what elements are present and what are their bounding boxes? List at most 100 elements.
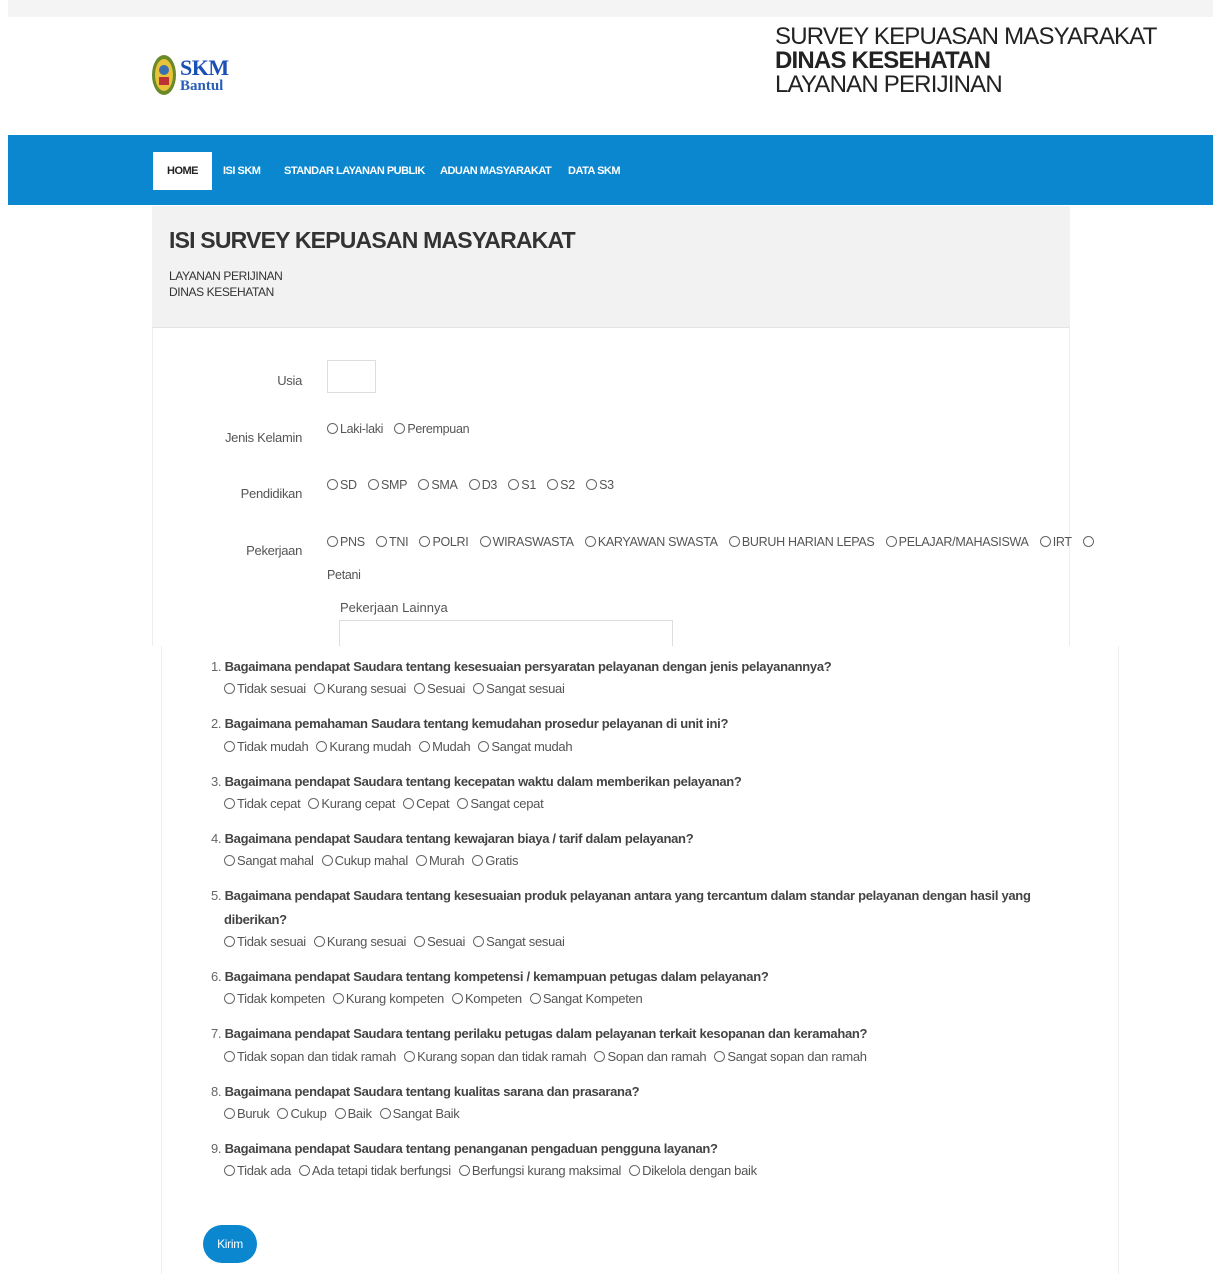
radio-buruh-harian-lepas[interactable]: BURUH HARIAN LEPAS bbox=[728, 535, 875, 549]
question-8: 8. Bagaimana pendapat Saudara tentang ku… bbox=[211, 1080, 1071, 1104]
answer-label: Tidak sesuai bbox=[237, 934, 306, 949]
answer-radio[interactable]: Kurang cepat bbox=[308, 796, 395, 811]
radio-sma[interactable]: SMA bbox=[418, 478, 458, 492]
answer-label: Cukup mahal bbox=[334, 853, 409, 868]
radio-circle-icon bbox=[224, 798, 235, 809]
radio-wiraswasta[interactable]: WIRASWASTA bbox=[479, 535, 574, 549]
radio-sd[interactable]: SD bbox=[327, 478, 357, 492]
radio-circle-icon bbox=[224, 855, 235, 866]
question-text: Bagaimana pendapat Saudara tentang kecep… bbox=[224, 774, 742, 789]
radio-s1[interactable]: S1 bbox=[508, 478, 536, 492]
answer-radio[interactable]: Murah bbox=[415, 853, 465, 868]
radio-perempuan[interactable]: Perempuan bbox=[394, 422, 470, 436]
main-nav: HOME ISI SKM STANDAR LAYANAN PUBLIK ADUA… bbox=[8, 135, 1213, 205]
logo-line1: SKM bbox=[180, 54, 229, 80]
question-text: Bagaimana pemahaman Saudara tentang kemu… bbox=[224, 716, 729, 731]
answer-radio[interactable]: Tidak kompeten bbox=[224, 991, 325, 1006]
answer-radio[interactable]: Kurang sesuai bbox=[313, 934, 407, 949]
answer-options-8: Buruk Cukup Baik Sangat Baik bbox=[224, 1106, 467, 1121]
question-1: 1. Bagaimana pendapat Saudara tentang ke… bbox=[211, 655, 1071, 679]
radio-circle-icon bbox=[379, 1108, 391, 1119]
radio-circle-icon bbox=[308, 798, 320, 809]
radio-s3[interactable]: S3 bbox=[586, 478, 614, 492]
answer-label: Murah bbox=[428, 853, 465, 868]
radio-polri[interactable]: POLRI bbox=[419, 535, 469, 549]
answer-radio[interactable]: Sangat cepat bbox=[457, 796, 544, 811]
answer-radio[interactable]: Kurang mudah bbox=[316, 739, 411, 754]
answer-radio[interactable]: Tidak cepat bbox=[224, 796, 301, 811]
answer-radio[interactable]: Tidak sesuai bbox=[224, 934, 306, 949]
logo[interactable]: SKM Bantul bbox=[150, 52, 229, 98]
answer-radio[interactable]: Cukup bbox=[277, 1106, 327, 1121]
question-number: 1. bbox=[211, 659, 222, 674]
answer-radio[interactable]: Sangat sopan dan ramah bbox=[714, 1049, 867, 1064]
answer-radio[interactable]: Tidak ada bbox=[224, 1163, 291, 1178]
answer-radio[interactable]: Sesuai bbox=[414, 681, 465, 696]
answer-radio[interactable]: Sangat Baik bbox=[379, 1106, 460, 1121]
nav-data-skm[interactable]: DATA SKM bbox=[568, 152, 621, 190]
radio-smp[interactable]: SMP bbox=[367, 478, 407, 492]
answer-radio[interactable]: Tidak sopan dan tidak ramah bbox=[224, 1049, 396, 1064]
page-subtitle: LAYANAN PERIJINAN DINAS KESEHATAN bbox=[169, 268, 283, 300]
answer-radio[interactable]: Sesuai bbox=[414, 934, 465, 949]
answer-radio[interactable]: Kurang kompeten bbox=[332, 991, 444, 1006]
answer-radio[interactable]: Tidak mudah bbox=[224, 739, 309, 754]
answer-radio[interactable]: Cepat bbox=[403, 796, 450, 811]
answer-radio[interactable]: Sopan dan ramah bbox=[594, 1049, 707, 1064]
question-number: 2. bbox=[211, 716, 222, 731]
answer-radio[interactable]: Sangat Kompeten bbox=[529, 991, 643, 1006]
answer-radio[interactable]: Gratis bbox=[472, 853, 518, 868]
submit-button[interactable]: Kirim bbox=[203, 1225, 257, 1263]
question-6: 6. Bagaimana pendapat Saudara tentang ko… bbox=[211, 965, 1071, 989]
answer-radio[interactable]: Kurang sesuai bbox=[313, 681, 406, 696]
radio-karyawan-swasta[interactable]: KARYAWAN SWASTA bbox=[584, 535, 718, 549]
answer-radio[interactable]: Sangat mudah bbox=[478, 739, 573, 754]
nav-isi-skm[interactable]: ISI SKM bbox=[223, 152, 261, 190]
radio-d3[interactable]: D3 bbox=[468, 478, 497, 492]
radio-circle-icon bbox=[332, 993, 344, 1004]
radio-circle-icon bbox=[414, 936, 426, 947]
radio-tni[interactable]: TNI bbox=[376, 535, 409, 549]
answer-radio[interactable]: Ada tetapi tidak berfungsi bbox=[298, 1163, 451, 1178]
answer-radio[interactable]: Cukup mahal bbox=[321, 853, 409, 868]
jenis-kelamin-options: Laki-laki Perempuan bbox=[327, 422, 477, 436]
answer-radio[interactable]: Dikelola dengan baik bbox=[629, 1163, 757, 1178]
usia-label: Usia bbox=[277, 373, 302, 388]
answer-radio[interactable]: Sangat mahal bbox=[224, 853, 314, 868]
answer-radio[interactable]: Berfungsi kurang maksimal bbox=[458, 1163, 621, 1178]
answer-radio[interactable]: Tidak sesuai bbox=[224, 681, 306, 696]
answer-radio[interactable]: Kompeten bbox=[451, 991, 522, 1006]
radio-pns[interactable]: PNS bbox=[327, 535, 365, 549]
answer-label: Sesuai bbox=[427, 934, 466, 949]
answer-radio[interactable]: Kurang sopan dan tidak ramah bbox=[404, 1049, 587, 1064]
answer-radio[interactable]: Sangat sesuai bbox=[473, 681, 565, 696]
header-titles: SURVEY KEPUASAN MASYARAKAT DINAS KESEHAT… bbox=[775, 25, 1157, 97]
radio-circle-icon bbox=[415, 855, 427, 866]
answer-label: Kurang sesuai bbox=[326, 934, 407, 949]
radio-circle-icon bbox=[321, 855, 333, 866]
nav-home[interactable]: HOME bbox=[153, 152, 212, 190]
answer-radio[interactable]: Baik bbox=[334, 1106, 372, 1121]
answer-radio[interactable]: Sangat sesuai bbox=[473, 934, 565, 949]
answer-label: Cepat bbox=[416, 796, 450, 811]
nav-aduan[interactable]: ADUAN MASYARAKAT bbox=[440, 152, 552, 190]
radio-irt[interactable]: IRT bbox=[1039, 535, 1072, 549]
radio-pelajar-mahasiswa[interactable]: PELAJAR/MAHASISWA bbox=[885, 535, 1029, 549]
answer-label: Sangat mahal bbox=[237, 853, 314, 868]
radio-circle-icon bbox=[629, 1165, 641, 1176]
radio-circle-icon bbox=[594, 1051, 606, 1062]
radio-circle-icon bbox=[224, 683, 235, 694]
answer-label: Kurang cepat bbox=[321, 796, 396, 811]
jenis-kelamin-label: Jenis Kelamin bbox=[224, 430, 302, 445]
radio-laki-laki[interactable]: Laki-laki bbox=[327, 422, 383, 436]
radio-circle-icon bbox=[316, 741, 328, 752]
pekerjaan-lainnya-input[interactable] bbox=[339, 620, 673, 646]
question-text: Bagaimana pendapat Saudara tentang kuali… bbox=[224, 1084, 640, 1099]
nav-standar-layanan[interactable]: STANDAR LAYANAN PUBLIK bbox=[284, 152, 425, 190]
answer-radio[interactable]: Mudah bbox=[419, 739, 471, 754]
radio-s2[interactable]: S2 bbox=[547, 478, 575, 492]
answer-radio[interactable]: Buruk bbox=[224, 1106, 270, 1121]
radio-circle-icon bbox=[224, 1051, 235, 1062]
usia-input[interactable] bbox=[327, 360, 376, 393]
radio-petani[interactable] bbox=[1082, 535, 1096, 549]
